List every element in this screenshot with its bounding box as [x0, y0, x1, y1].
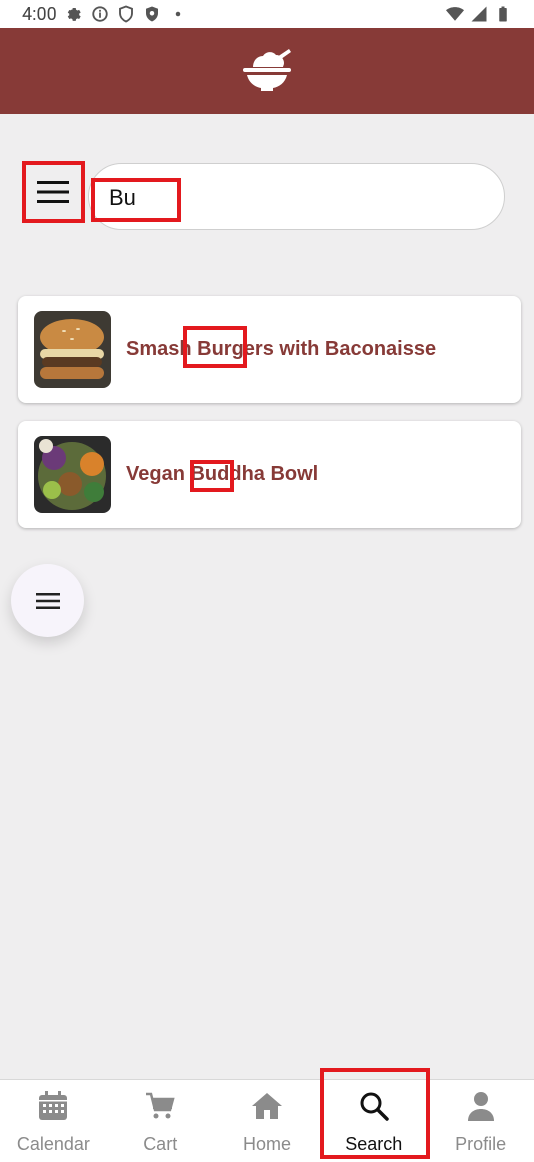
- floating-menu-button[interactable]: [11, 564, 84, 637]
- signal-icon: [471, 6, 487, 22]
- recipe-thumbnail-bowl: [34, 436, 111, 513]
- dot-icon: [175, 11, 180, 17]
- shield-filled-icon: [145, 6, 158, 22]
- search-field[interactable]: [88, 163, 505, 230]
- recipe-thumbnail-burger: [34, 311, 111, 388]
- bottom-navigation: Calendar Cart Home Search Profile: [0, 1079, 534, 1162]
- nav-item-cart[interactable]: Cart: [107, 1080, 214, 1162]
- list-icon: [35, 592, 60, 609]
- recipe-title: Smash Burgers with Baconaisse: [126, 338, 437, 360]
- search-icon: [360, 1092, 389, 1121]
- nav-item-home[interactable]: Home: [214, 1080, 321, 1162]
- bowl-logo-icon: [243, 49, 291, 91]
- menu-button[interactable]: [24, 163, 82, 221]
- recipe-card[interactable]: Vegan Buddha Bowl: [18, 421, 521, 528]
- settings-icon: [67, 8, 81, 21]
- profile-icon: [467, 1092, 494, 1121]
- hamburger-icon: [37, 181, 69, 203]
- nav-label: Calendar: [16, 1134, 90, 1154]
- nav-label: Home: [242, 1134, 291, 1154]
- recipe-card[interactable]: Smash Burgers with Baconaisse: [18, 296, 521, 403]
- nav-label: Profile: [455, 1134, 507, 1154]
- nav-label: Cart: [143, 1134, 178, 1154]
- cart-icon: [146, 1092, 175, 1119]
- status-bar: 4:00: [0, 0, 534, 28]
- calendar-icon: [39, 1091, 68, 1120]
- status-time: 4:00: [22, 3, 57, 25]
- battery-icon: [499, 6, 507, 22]
- home-icon: [251, 1093, 282, 1119]
- shield-icon: [118, 5, 133, 23]
- nav-item-calendar[interactable]: Calendar: [0, 1080, 107, 1162]
- recipe-title: Vegan Buddha Bowl: [126, 463, 319, 485]
- wifi-icon: [446, 7, 464, 21]
- info-icon: [92, 6, 108, 22]
- search-input[interactable]: [107, 182, 411, 214]
- nav-item-search[interactable]: Search: [320, 1080, 427, 1162]
- nav-item-profile[interactable]: Profile: [427, 1080, 534, 1162]
- app-header: [0, 28, 534, 114]
- nav-label: Search: [345, 1134, 403, 1154]
